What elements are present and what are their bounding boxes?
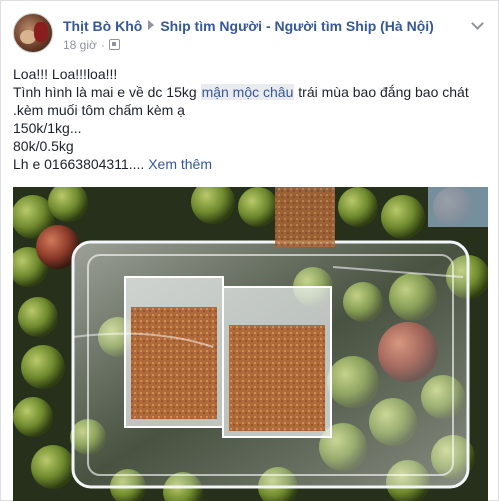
hashtag-link[interactable]: mận mộc châu [200,84,295,100]
post-photo[interactable] [13,187,488,501]
post-line: Loa!!! Loa!!!loa!!! [13,66,118,82]
post-meta: 18 giờ · [63,38,120,52]
post-line: Lh e 01663804311.... Xem thêm [13,155,488,173]
post-timestamp[interactable]: 18 giờ [63,38,97,52]
post-line: .kèm muối tôm chấm kèm ạ [13,102,185,118]
triangle-right-icon [148,20,155,30]
post-line: 150k/1kg... [13,120,82,136]
post-line-text: Lh e 01663804311.... [13,156,149,172]
group-privacy-icon[interactable] [108,39,120,50]
see-more-link[interactable]: Xem thêm [148,156,212,172]
author-avatar[interactable] [13,13,53,53]
post-header: Thịt Bò Khô Ship tìm Người - Người tìm Sh… [63,18,434,36]
author-name-link[interactable]: Thịt Bò Khô [63,18,142,34]
post-line-text: Tình hình là mai e về dc 15kg [13,84,201,100]
post-line: Tình hình là mai e về dc 15kg mận mộc ch… [13,83,488,101]
meta-separator: · [100,38,105,52]
post-message: Loa!!! Loa!!!loa!!! Tình hình là mai e v… [13,65,488,173]
feed-post: Thịt Bò Khô Ship tìm Người - Người tìm Sh… [0,0,499,501]
post-line-text: trái mùa bao đắng bao chát [294,84,469,100]
post-line: 80k/0.5kg [13,138,74,154]
avatar-detail [34,22,48,42]
photo-plums-in-plastic-box [13,187,488,501]
chevron-down-icon[interactable] [472,19,484,31]
group-name-link[interactable]: Ship tìm Người - Người tìm Ship (Hà Nội) [160,18,434,34]
